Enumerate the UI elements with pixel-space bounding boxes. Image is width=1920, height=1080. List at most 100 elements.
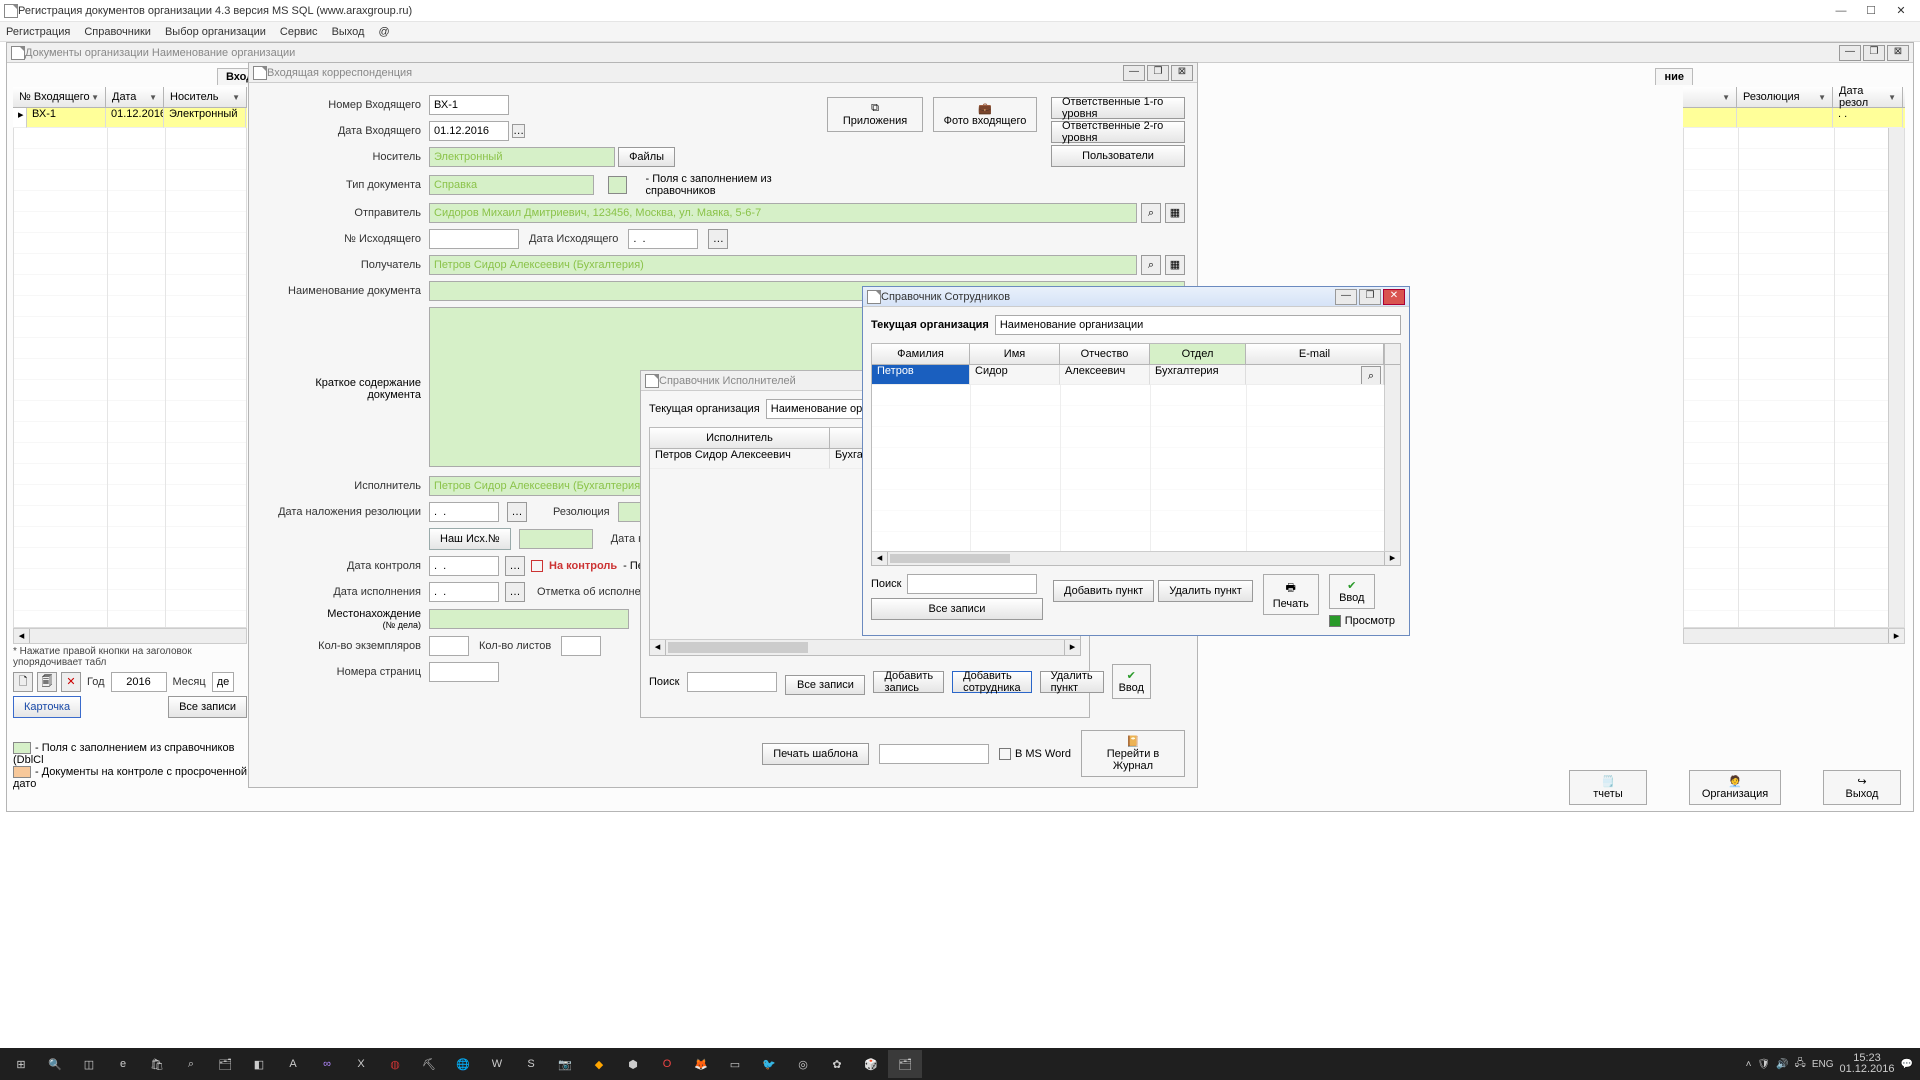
camera-icon[interactable]: 📷: [548, 1050, 582, 1078]
tray-up-icon[interactable]: ˄: [1746, 1059, 1752, 1070]
emp-vscroll-top[interactable]: [1384, 344, 1400, 364]
tab-right-partial[interactable]: ние: [1655, 68, 1693, 85]
col-res-date[interactable]: Дата резол▼: [1833, 87, 1903, 107]
msword-checkbox[interactable]: В MS Word: [999, 748, 1071, 760]
menu-service[interactable]: Сервис: [280, 26, 318, 38]
sheets-field[interactable]: [561, 636, 601, 656]
recipient-field[interactable]: [429, 255, 1137, 275]
our-out-field[interactable]: [519, 529, 593, 549]
card-button[interactable]: Карточка: [13, 696, 81, 718]
recipient-lookup-button[interactable]: ⌕: [1141, 255, 1161, 275]
office-icon[interactable]: ◧: [242, 1050, 276, 1078]
explorer-icon[interactable]: 🗂: [208, 1050, 242, 1078]
print-template-button[interactable]: Печать шаблона: [762, 743, 869, 765]
system-tray[interactable]: ˄ 🛡 🔊 🖧 ENG 15:2301.12.2016 💬: [1743, 1053, 1916, 1075]
in-date-field[interactable]: [429, 121, 509, 141]
emp-col-name[interactable]: Имя: [970, 344, 1060, 364]
skype-icon[interactable]: S: [514, 1050, 548, 1078]
menu-exit[interactable]: Выход: [332, 26, 365, 38]
tray-clock[interactable]: 15:2301.12.2016: [1839, 1053, 1894, 1075]
menu-registration[interactable]: Регистрация: [6, 26, 70, 38]
out-no-field[interactable]: [429, 229, 519, 249]
bird-icon[interactable]: 🐦: [752, 1050, 786, 1078]
in-min-button[interactable]: —: [1123, 65, 1145, 81]
attachments-button[interactable]: ⧉ Приложения: [827, 97, 923, 132]
done-date-field[interactable]: [429, 582, 499, 602]
resp1-button[interactable]: Ответственные 1-го уровня: [1051, 97, 1185, 119]
photo-button[interactable]: Фото входящего: [933, 97, 1037, 132]
resp2-button[interactable]: Ответственные 2-го уровня: [1051, 121, 1185, 143]
grid-vscroll[interactable]: [1888, 128, 1904, 627]
menu-dictionaries[interactable]: Справочники: [84, 26, 151, 38]
emp-restore-button[interactable]: ❐: [1359, 289, 1381, 305]
magnify-icon[interactable]: ⌕: [174, 1050, 208, 1078]
out-date-field[interactable]: [628, 229, 698, 249]
all-records-button[interactable]: Все записи: [168, 696, 247, 718]
menu-select-org[interactable]: Выбор организации: [165, 26, 266, 38]
emp-grid-empty[interactable]: [872, 385, 1400, 551]
tray-lang[interactable]: ENG: [1812, 1059, 1834, 1070]
col-date[interactable]: Дата▼: [106, 87, 164, 107]
tray-notifications-icon[interactable]: 💬: [1901, 1059, 1913, 1070]
access-icon[interactable]: A: [276, 1050, 310, 1078]
tool-icon[interactable]: ⛏: [412, 1050, 446, 1078]
cube-icon[interactable]: 🎲: [854, 1050, 888, 1078]
emp-min-button[interactable]: —: [1335, 289, 1357, 305]
exec-hscroll[interactable]: ◂ ▸: [650, 639, 1080, 655]
app2-icon[interactable]: ⬢: [616, 1050, 650, 1078]
col-carrier[interactable]: Носитель▼: [164, 87, 247, 107]
resdate-picker-button[interactable]: …: [507, 502, 527, 522]
month-spinner[interactable]: [212, 672, 234, 692]
grid-hscroll-right[interactable]: ▸: [1683, 628, 1905, 644]
doc-min-button[interactable]: —: [1839, 45, 1861, 61]
menu-at[interactable]: @: [378, 26, 389, 38]
year-spinner[interactable]: [111, 672, 167, 692]
vs-icon[interactable]: ∞: [310, 1050, 344, 1078]
pages-field[interactable]: [429, 662, 499, 682]
exec-ok-button[interactable]: ✔ Ввод: [1112, 664, 1151, 699]
copy-doc-button[interactable]: 🗐: [37, 672, 57, 692]
grid-hscroll[interactable]: ◂: [13, 628, 247, 644]
app1-icon[interactable]: ◆: [582, 1050, 616, 1078]
edge-icon[interactable]: e: [106, 1050, 140, 1078]
in-close-button[interactable]: ⊠: [1171, 65, 1193, 81]
chrome-icon[interactable]: ◎: [786, 1050, 820, 1078]
minimize-button[interactable]: —: [1826, 2, 1856, 20]
active-app-icon[interactable]: 🗂: [888, 1050, 922, 1078]
exec-all-button[interactable]: Все записи: [785, 675, 865, 695]
num-field[interactable]: [429, 95, 509, 115]
emp-hscroll[interactable]: ◂ ▸: [872, 551, 1400, 565]
emp-col-surname[interactable]: Фамилия: [872, 344, 970, 364]
in-restore-button[interactable]: ❐: [1147, 65, 1169, 81]
emp-search-field[interactable]: [907, 574, 1037, 594]
emp-col-dept[interactable]: Отдел: [1150, 344, 1246, 364]
grid-body-empty[interactable]: [13, 128, 247, 628]
task-view-icon[interactable]: ◫: [72, 1050, 106, 1078]
emp-close-button[interactable]: ✕: [1383, 289, 1405, 305]
to-journal-button[interactable]: 📔 Перейти в Журнал: [1081, 730, 1185, 777]
resdate-field[interactable]: [429, 502, 499, 522]
tray-net-icon[interactable]: 🖧: [1795, 1056, 1806, 1073]
sender-list-button[interactable]: ▦: [1165, 203, 1185, 223]
location-field[interactable]: [429, 609, 629, 629]
files-button[interactable]: Файлы: [618, 147, 675, 167]
xdk-icon[interactable]: ▭: [718, 1050, 752, 1078]
new-doc-button[interactable]: 🗋: [13, 672, 33, 692]
ctrl-date-picker-button[interactable]: …: [505, 556, 525, 576]
doc-close-button[interactable]: ⊠: [1887, 45, 1909, 61]
tray-shield-icon[interactable]: 🛡: [1758, 1059, 1771, 1070]
grid-row-right[interactable]: . .: [1683, 108, 1905, 128]
emp-preview-checkbox[interactable]: Просмотр: [1329, 615, 1395, 627]
db-icon[interactable]: ◍: [378, 1050, 412, 1078]
globe-icon[interactable]: 🌐: [446, 1050, 480, 1078]
close-button[interactable]: ✕: [1886, 2, 1916, 20]
emp-add-button[interactable]: Добавить пункт: [1053, 580, 1154, 602]
emp-col-email[interactable]: E-mail: [1246, 344, 1384, 364]
sender-field[interactable]: [429, 203, 1137, 223]
word-icon[interactable]: W: [480, 1050, 514, 1078]
exec-add-record-button[interactable]: Добавить запись: [873, 671, 944, 693]
emp-vscroll[interactable]: [1384, 385, 1400, 551]
exec-col-name[interactable]: Исполнитель: [650, 428, 830, 448]
on-control-checkbox[interactable]: [531, 560, 543, 572]
delete-doc-button[interactable]: ✕: [61, 672, 81, 692]
